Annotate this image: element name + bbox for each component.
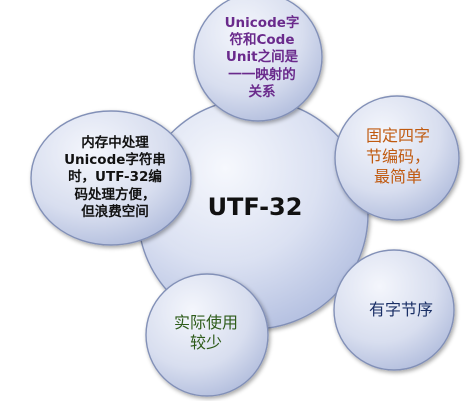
right-top-bubble-label: 固定四字 节编码， 最简单	[338, 112, 458, 202]
diagram-canvas: UTF-32 Unicode字 符和Code Unit之间是 一一映射的 关系 …	[0, 0, 472, 401]
right-top-bubble-text: 固定四字 节编码， 最简单	[365, 126, 430, 187]
right-bottom-bubble-text: 有字节序	[368, 299, 433, 319]
left-bubble-label: 内存中处理 Unicode字符串 时，UTF-32编 码处理方便， 但浪费空间	[38, 118, 192, 238]
bottom-left-bubble-label: 实际使用 较少	[144, 300, 268, 366]
top-bubble-label: Unicode字 符和Code Unit之间是 一一映射的 关系	[200, 6, 324, 110]
center-label-text: UTF-32	[207, 192, 303, 221]
bottom-left-bubble-text: 实际使用 较少	[173, 312, 238, 352]
right-bottom-bubble-label: 有字节序	[336, 288, 466, 332]
top-bubble-text: Unicode字 符和Code Unit之间是 一一映射的 关系	[224, 14, 300, 100]
left-bubble-text: 内存中处理 Unicode字符串 时，UTF-32编 码处理方便， 但浪费空间	[64, 134, 166, 220]
